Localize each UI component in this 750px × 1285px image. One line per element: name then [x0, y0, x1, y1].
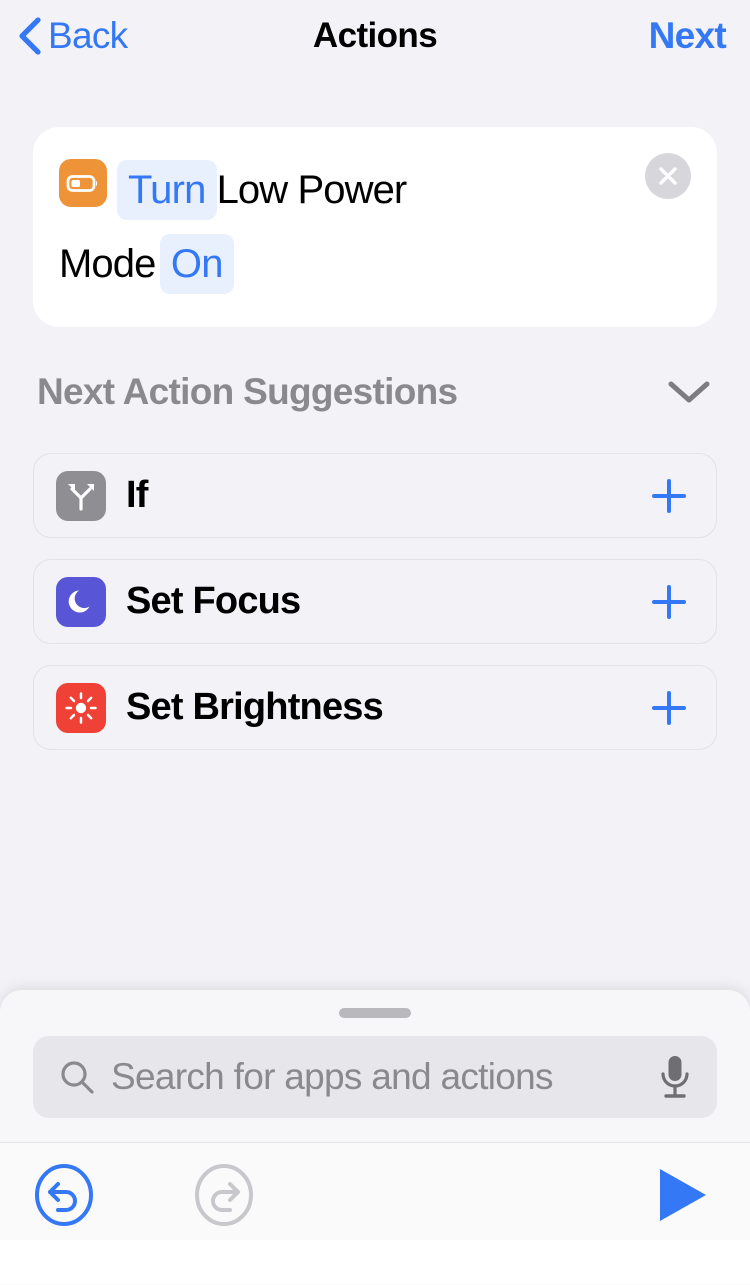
action-param-verb[interactable]: Turn	[117, 160, 217, 220]
chevron-down-icon[interactable]	[665, 378, 713, 406]
suggestion-row-if[interactable]: If	[33, 453, 717, 538]
search-bar[interactable]	[33, 1036, 717, 1118]
search-input[interactable]	[111, 1056, 655, 1098]
branch-fork-icon	[56, 470, 106, 521]
remove-action-button[interactable]	[645, 153, 691, 199]
add-action-button[interactable]	[648, 581, 690, 623]
sun-brightness-icon	[56, 682, 106, 733]
action-subject-line1: Low Power	[216, 168, 408, 212]
action-subject-line2: Mode	[59, 242, 156, 287]
redo-button[interactable]	[192, 1163, 256, 1227]
suggestion-label: Set Focus	[126, 580, 301, 622]
suggestion-list: If Set Focus Set Brightness	[33, 453, 717, 771]
suggestion-row-set-brightness[interactable]: Set Brightness	[33, 665, 717, 750]
home-indicator-area	[0, 1240, 750, 1284]
navigation-bar: Back Actions Next	[0, 0, 750, 72]
microphone-icon[interactable]	[655, 1051, 695, 1103]
next-action-suggestions-label: Next Action Suggestions	[37, 371, 458, 412]
suggestion-label: If	[126, 474, 148, 516]
moon-icon	[56, 576, 106, 627]
search-icon	[57, 1057, 97, 1097]
suggestion-row-set-focus[interactable]: Set Focus	[33, 559, 717, 644]
action-library-sheet	[0, 990, 750, 1285]
undo-button[interactable]	[32, 1163, 96, 1227]
low-power-battery-icon	[59, 159, 107, 208]
action-param-value[interactable]: On	[159, 234, 234, 295]
sheet-grabber[interactable]	[339, 1008, 411, 1018]
next-action-suggestions-header[interactable]: Next Action Suggestions	[37, 371, 713, 413]
add-action-button[interactable]	[648, 687, 690, 729]
add-action-button[interactable]	[648, 475, 690, 517]
action-card-content: Turn Low Power Mode On	[59, 153, 689, 301]
page-title: Actions	[312, 16, 438, 55]
next-button[interactable]: Next	[649, 15, 727, 57]
play-button[interactable]	[652, 1163, 712, 1227]
action-card-low-power-mode[interactable]: Turn Low Power Mode On	[33, 127, 717, 328]
suggestion-label: Set Brightness	[126, 686, 384, 728]
